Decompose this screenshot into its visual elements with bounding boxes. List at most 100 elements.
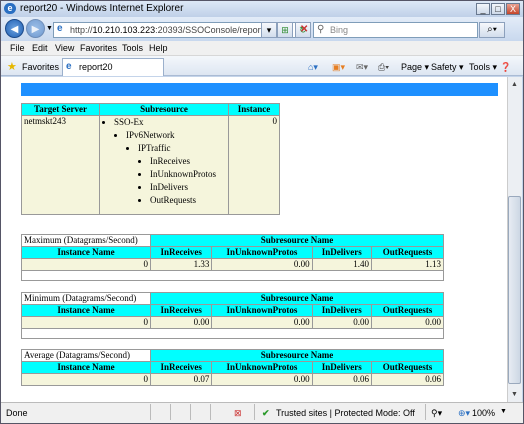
- table-cell: 0.07: [149, 373, 213, 386]
- col-header: InReceives: [149, 361, 213, 374]
- tree-node: SSO-Ex: [114, 116, 226, 129]
- security-zone-text[interactable]: Trusted sites | Protected Mode: Off: [276, 408, 415, 418]
- zoom-icon[interactable]: ⊕▾: [458, 408, 470, 419]
- menu-tools[interactable]: Tools: [122, 43, 143, 53]
- status-text: Done: [6, 408, 28, 418]
- search-button[interactable]: ⌕▾: [479, 22, 505, 38]
- safety-menu-button[interactable]: Safety ▾: [431, 62, 464, 73]
- spacer-row: [21, 328, 444, 339]
- maximize-button[interactable]: □: [491, 3, 505, 15]
- compatibility-view-icon[interactable]: ⊞: [277, 22, 293, 38]
- table-cell: 0.00: [211, 258, 313, 271]
- table-cell: 1.33: [149, 258, 213, 271]
- group-header: Subresource Name: [150, 292, 444, 305]
- col-header: OutRequests: [370, 246, 445, 259]
- col-header: InDelivers: [311, 361, 372, 374]
- minimize-button[interactable]: _: [476, 3, 490, 15]
- resource-table: Target Server Subresource Instance netms…: [21, 103, 280, 215]
- col-header: InReceives: [149, 246, 213, 259]
- instance-name-header: Instance Name: [21, 361, 151, 374]
- group-header: Subresource Name: [150, 349, 444, 362]
- instance-cell: 0: [228, 115, 280, 215]
- table-cell: 0.00: [211, 316, 313, 329]
- menu-file[interactable]: File: [10, 43, 25, 53]
- tab-report20[interactable]: report20: [62, 58, 164, 76]
- favorites-button[interactable]: Favorites: [22, 62, 59, 72]
- table-label: Minimum (Datagrams/Second): [21, 292, 151, 305]
- table-cell: 0: [21, 316, 151, 329]
- table-cell: 0.06: [311, 373, 372, 386]
- menu-help[interactable]: Help: [149, 43, 168, 53]
- feeds-icon[interactable]: ▣▾: [332, 62, 345, 73]
- tree-node: OutRequests: [150, 194, 226, 207]
- col-header: InDelivers: [311, 304, 372, 317]
- tree-node: InReceives: [150, 155, 226, 168]
- stop-button[interactable]: ✕: [300, 22, 312, 38]
- table-cell: 0.00: [370, 316, 445, 329]
- help-icon[interactable]: ❓: [500, 62, 511, 73]
- address-dropdown-button[interactable]: ▾: [261, 22, 277, 38]
- menu-view[interactable]: View: [55, 43, 74, 53]
- col-instance: Instance: [228, 103, 280, 116]
- close-button[interactable]: X: [506, 3, 520, 15]
- status-divider: [150, 404, 151, 420]
- group-header: Subresource Name: [150, 234, 444, 247]
- favorites-star-icon: ★: [7, 61, 17, 73]
- page-menu-button[interactable]: Page ▾: [401, 62, 429, 73]
- col-header: InUnknownProtos: [211, 246, 313, 259]
- col-target-server: Target Server: [21, 103, 100, 116]
- col-subresource: Subresource: [99, 103, 229, 116]
- search-input[interactable]: Bing: [313, 22, 478, 38]
- col-header: InDelivers: [311, 246, 372, 259]
- scroll-up-arrow-icon[interactable]: ▲: [508, 78, 521, 91]
- print-icon[interactable]: ⎙▾: [378, 62, 389, 73]
- protected-mode-icon: ⊠: [234, 408, 242, 418]
- home-icon[interactable]: ⌂▾: [308, 62, 318, 73]
- average-table: Average (Datagrams/Second) Subresource N…: [21, 349, 445, 386]
- col-header: InUnknownProtos: [211, 361, 313, 374]
- tree-node: InUnknownProtos: [150, 168, 226, 181]
- table-cell: 0.00: [311, 316, 372, 329]
- instance-name-header: Instance Name: [21, 246, 151, 259]
- tree-node: InDelivers: [150, 181, 226, 194]
- scrollbar-thumb[interactable]: [508, 196, 521, 384]
- tab-page-icon: e: [66, 61, 72, 72]
- tools-menu-button[interactable]: Tools ▾: [469, 62, 497, 73]
- table-cell: 0.00: [149, 316, 213, 329]
- spacer-row: [21, 270, 444, 281]
- table-cell: 0.06: [370, 373, 445, 386]
- menu-favorites[interactable]: Favorites: [80, 43, 117, 53]
- target-server-cell: netmskt243: [21, 115, 100, 215]
- bing-icon: ⚲: [317, 24, 325, 35]
- tree-node: IPTraffic: [138, 142, 226, 155]
- security-settings-icon[interactable]: ⚲▾: [431, 408, 442, 419]
- window-title: report20 - Windows Internet Explorer: [20, 3, 184, 14]
- table-cell: 0.00: [211, 373, 313, 386]
- status-divider: [425, 404, 426, 420]
- zoom-level[interactable]: 100%: [472, 408, 495, 418]
- status-divider: [210, 404, 211, 420]
- table-cell: 0: [21, 373, 151, 386]
- tree-node: IPv6Network: [126, 129, 226, 142]
- subresource-tree: SSO-Ex IPv6Network IPTraffic InReceives …: [99, 115, 229, 215]
- instance-name-header: Instance Name: [21, 304, 151, 317]
- recent-pages-dropdown-icon[interactable]: ▼: [46, 25, 53, 32]
- mail-icon[interactable]: ✉▾: [356, 62, 368, 73]
- scroll-down-arrow-icon[interactable]: ▼: [508, 388, 521, 401]
- col-header: InUnknownProtos: [211, 304, 313, 317]
- menu-edit[interactable]: Edit: [32, 43, 48, 53]
- col-header: OutRequests: [370, 304, 445, 317]
- col-header: OutRequests: [370, 361, 445, 374]
- trusted-sites-check-icon: ✔: [262, 408, 270, 418]
- back-button[interactable]: ◀: [5, 19, 24, 38]
- maximum-table: Maximum (Datagrams/Second) Subresource N…: [21, 234, 445, 281]
- report-header-bar: [21, 83, 498, 96]
- status-divider: [190, 404, 191, 420]
- table-cell: 1.13: [370, 258, 445, 271]
- table-label: Maximum (Datagrams/Second): [21, 234, 151, 247]
- forward-button[interactable]: ▶: [26, 19, 45, 38]
- zoom-dropdown-icon[interactable]: ▼: [500, 408, 507, 415]
- status-divider: [170, 404, 171, 420]
- ie-logo-icon: e: [4, 3, 16, 14]
- status-divider: [254, 404, 255, 420]
